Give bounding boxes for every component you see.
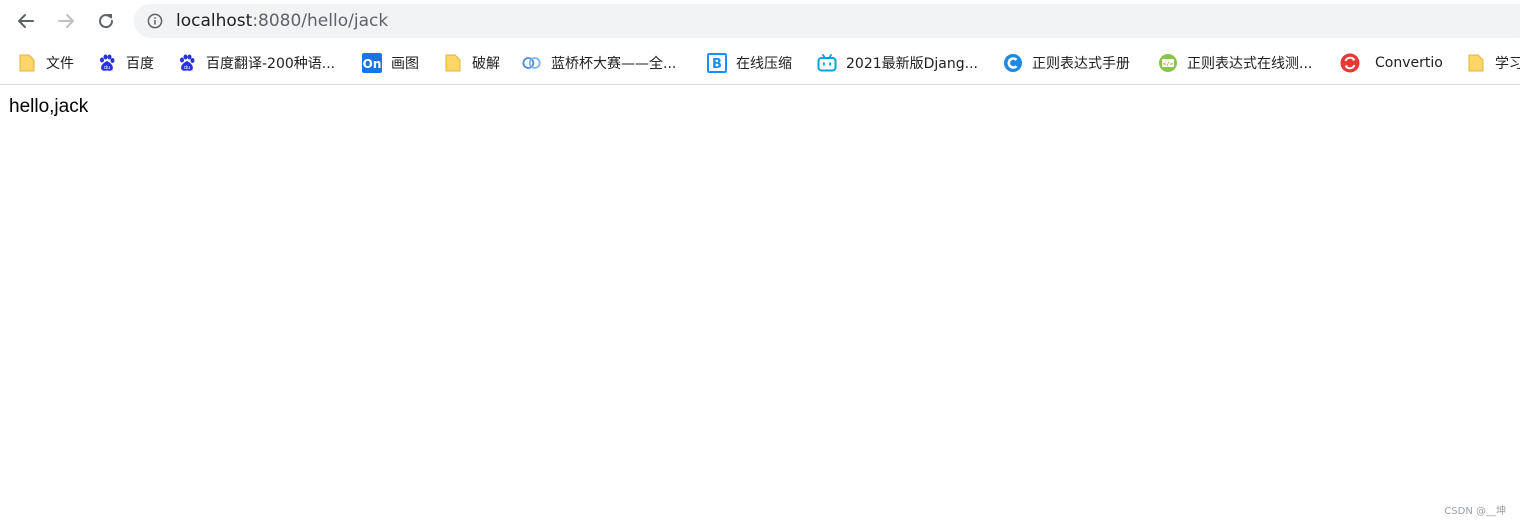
bookmark-label: Convertio	[1375, 55, 1443, 71]
page-body-text: hello,jack	[9, 96, 89, 117]
bookmark-label: 百度翻译-200种语...	[206, 56, 336, 72]
arrow-left-icon	[18, 14, 34, 28]
reload-icon	[99, 14, 114, 29]
url-text[interactable]: localhost:8080/hello/jack	[176, 4, 388, 38]
bookmark-label: 蓝桥杯大赛——全...	[551, 56, 677, 72]
bookmark-baidu[interactable]: du 百度	[97, 51, 154, 75]
baidu-icon: du	[177, 53, 197, 73]
bookmark-draw[interactable]: On 画图	[362, 51, 419, 75]
lanqiao-icon	[522, 53, 542, 73]
bookmark-lanqiao[interactable]: 蓝桥杯大赛——全...	[522, 51, 676, 75]
arrow-right-icon	[58, 14, 74, 28]
svg-text:On: On	[363, 57, 382, 71]
bilibili-icon	[817, 53, 837, 73]
bookmark-regex-test[interactable]: </> 正则表达式在线测...	[1158, 51, 1312, 75]
url-path: :8080/hello/jack	[252, 11, 389, 31]
bookmark-label: 正则表达式手册	[1032, 56, 1130, 72]
address-bar[interactable]: localhost:8080/hello/jack	[134, 4, 1520, 38]
bookmark-label: 学习	[1495, 56, 1520, 72]
code-icon: </>	[1158, 53, 1178, 73]
bookmark-label: 文件	[46, 56, 74, 72]
svg-text:du: du	[104, 65, 110, 71]
bookmarks-bar: 文件 du 百度 du 百度翻译-200种语... On 画图 破解 蓝桥杯大赛…	[0, 42, 1520, 85]
bookmark-baidu-translate[interactable]: du 百度翻译-200种语...	[177, 51, 335, 75]
folder-icon	[443, 53, 463, 73]
url-host: localhost	[176, 11, 253, 31]
b-icon: B	[707, 53, 727, 73]
bookmark-label: 在线压缩	[736, 56, 792, 72]
folder-icon	[1466, 53, 1486, 73]
c-icon	[1003, 53, 1023, 73]
svg-text:</>: </>	[1163, 62, 1174, 68]
convertio-icon	[1340, 53, 1360, 73]
on-icon: On	[362, 53, 382, 73]
bookmark-label: 正则表达式在线测...	[1187, 56, 1313, 72]
back-button[interactable]	[11, 6, 41, 36]
bookmark-folder-study[interactable]: 学习	[1466, 51, 1520, 75]
svg-text:B: B	[712, 57, 722, 72]
bookmark-label: 2021最新版Djang...	[846, 56, 978, 72]
info-icon[interactable]	[147, 13, 163, 29]
baidu-icon: du	[97, 53, 117, 73]
bookmark-label: 破解	[472, 56, 500, 72]
bookmark-label: 画图	[391, 56, 419, 72]
bookmark-regex-manual[interactable]: 正则表达式手册	[1003, 51, 1130, 75]
folder-icon	[17, 53, 37, 73]
browser-toolbar: localhost:8080/hello/jack	[0, 0, 1520, 42]
bookmark-django[interactable]: 2021最新版Djang...	[817, 51, 978, 75]
bookmark-label: 百度	[126, 56, 154, 72]
watermark: CSDN @__坤	[1444, 506, 1506, 517]
bookmark-folder-files[interactable]: 文件	[17, 51, 74, 75]
bookmark-convertio[interactable]: Convertio	[1340, 51, 1443, 75]
bookmark-compress[interactable]: B 在线压缩	[707, 51, 792, 75]
bookmark-folder-crack[interactable]: 破解	[443, 51, 500, 75]
forward-button[interactable]	[51, 6, 81, 36]
reload-button[interactable]	[91, 6, 121, 36]
svg-text:du: du	[184, 65, 190, 71]
